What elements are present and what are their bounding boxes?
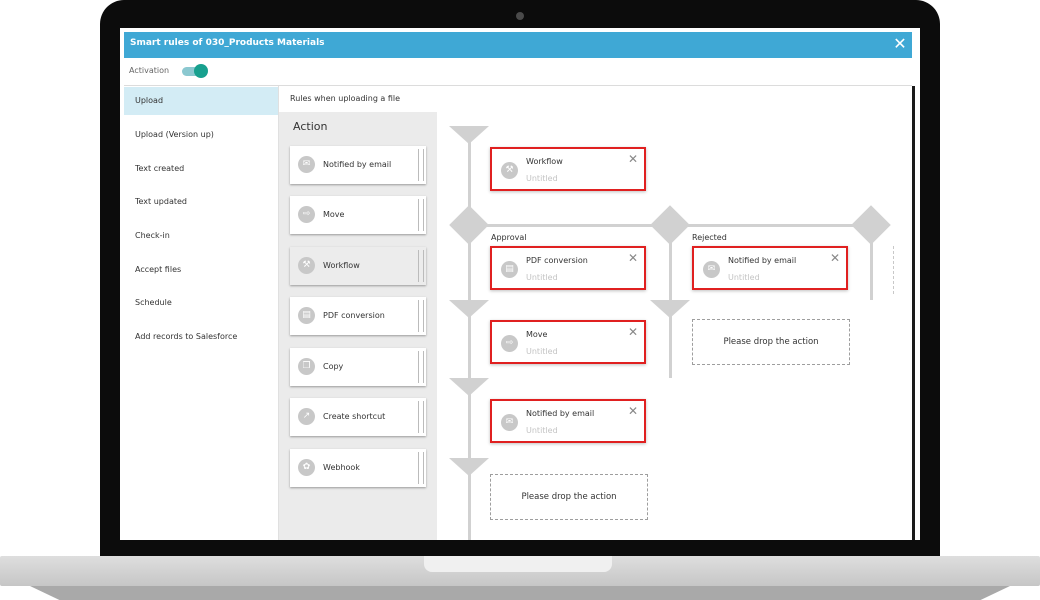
remove-node-icon[interactable]: ✕ bbox=[628, 152, 638, 166]
branch-label-approval: Approval bbox=[491, 233, 527, 242]
scrollbar[interactable] bbox=[912, 86, 915, 540]
remove-node-icon[interactable]: ✕ bbox=[628, 325, 638, 339]
node-title: Move bbox=[526, 330, 548, 339]
branch-label-rejected: Rejected bbox=[692, 233, 727, 242]
action-label: Create shortcut bbox=[323, 412, 386, 421]
flow-arrow-icon bbox=[449, 378, 489, 396]
nav-item-text-updated[interactable]: Text updated bbox=[124, 188, 278, 216]
gavel-icon: ⚒ bbox=[501, 162, 518, 179]
webhook-icon: ✿ bbox=[298, 459, 315, 476]
node-subtitle: Untitled bbox=[526, 426, 558, 435]
nav-item-add-records-salesforce[interactable]: Add records to Salesforce bbox=[124, 323, 278, 351]
node-title: PDF conversion bbox=[526, 256, 588, 265]
flow-node-move[interactable]: ⇨ Move Untitled ✕ bbox=[490, 320, 646, 364]
drag-handle-icon[interactable] bbox=[418, 452, 424, 484]
activation-label: Activation bbox=[129, 66, 170, 75]
envelope-icon: ✉ bbox=[298, 156, 315, 173]
flow-node-pdf-conversion[interactable]: ▤ PDF conversion Untitled ✕ bbox=[490, 246, 646, 290]
pdf-icon: ▤ bbox=[501, 261, 518, 278]
pdf-icon: ▤ bbox=[298, 307, 315, 324]
flow-arrow-icon bbox=[650, 300, 690, 318]
move-icon: ⇨ bbox=[501, 335, 518, 352]
node-title: Notified by email bbox=[526, 409, 595, 418]
shortcut-icon: ↗ bbox=[298, 408, 315, 425]
drag-handle-icon[interactable] bbox=[418, 351, 424, 383]
palette-action-workflow[interactable]: ⚒ Workflow bbox=[290, 247, 426, 285]
remove-node-icon[interactable]: ✕ bbox=[628, 404, 638, 418]
flow-arrow-icon bbox=[449, 458, 489, 476]
rules-title: Rules when uploading a file bbox=[290, 94, 401, 103]
drag-handle-icon[interactable] bbox=[418, 300, 424, 332]
nav-item-check-in[interactable]: Check-in bbox=[124, 222, 278, 250]
palette-action-webhook[interactable]: ✿ Webhook bbox=[290, 449, 426, 487]
extra-flow-line bbox=[870, 238, 873, 300]
palette-action-create-shortcut[interactable]: ↗ Create shortcut bbox=[290, 398, 426, 436]
gavel-icon: ⚒ bbox=[298, 257, 315, 274]
envelope-icon: ✉ bbox=[501, 414, 518, 431]
drag-handle-icon[interactable] bbox=[418, 199, 424, 231]
laptop-foot bbox=[30, 586, 1010, 600]
node-subtitle: Untitled bbox=[526, 347, 558, 356]
action-label: Webhook bbox=[323, 463, 360, 472]
drop-zone-main[interactable]: Please drop the action bbox=[490, 474, 648, 520]
palette-action-notified-by-email[interactable]: ✉ Notified by email bbox=[290, 146, 426, 184]
close-icon[interactable]: ✕ bbox=[890, 34, 910, 54]
flow-node-workflow[interactable]: ⚒ Workflow Untitled ✕ bbox=[490, 147, 646, 191]
extra-branch-dash bbox=[893, 246, 894, 294]
main-flow-line bbox=[468, 138, 471, 540]
node-subtitle: Untitled bbox=[526, 273, 558, 282]
action-label: Copy bbox=[323, 362, 344, 371]
action-label: Notified by email bbox=[323, 160, 392, 169]
remove-node-icon[interactable]: ✕ bbox=[830, 251, 840, 265]
nav-item-accept-files[interactable]: Accept files bbox=[124, 256, 278, 284]
nav-item-upload[interactable]: Upload bbox=[124, 87, 278, 115]
action-label: Move bbox=[323, 210, 345, 219]
action-label: Workflow bbox=[323, 261, 360, 270]
drag-handle-icon[interactable] bbox=[418, 250, 424, 282]
palette-action-pdf-conversion[interactable]: ▤ PDF conversion bbox=[290, 297, 426, 335]
trigger-nav: Upload Upload (Version up) Text created … bbox=[124, 86, 279, 540]
palette-heading: Action bbox=[293, 120, 328, 133]
toggle-knob[interactable] bbox=[194, 64, 208, 78]
nav-item-upload-version-up[interactable]: Upload (Version up) bbox=[124, 121, 278, 149]
envelope-icon: ✉ bbox=[703, 261, 720, 278]
flow-arrow-icon bbox=[449, 126, 489, 144]
app-window: Smart rules of 030_Products Materials ✕ … bbox=[120, 28, 920, 540]
title-bar: Smart rules of 030_Products Materials ✕ bbox=[124, 32, 912, 58]
node-subtitle: Untitled bbox=[728, 273, 760, 282]
node-title: Workflow bbox=[526, 157, 563, 166]
palette-action-copy[interactable]: ❐ Copy bbox=[290, 348, 426, 386]
nav-item-schedule[interactable]: Schedule bbox=[124, 289, 278, 317]
action-label: PDF conversion bbox=[323, 311, 385, 320]
flow-node-notified-by-email-rejected[interactable]: ✉ Notified by email Untitled ✕ bbox=[692, 246, 848, 290]
node-subtitle: Untitled bbox=[526, 174, 558, 183]
drag-handle-icon[interactable] bbox=[418, 401, 424, 433]
drag-handle-icon[interactable] bbox=[418, 149, 424, 181]
flow-arrow-icon bbox=[449, 300, 489, 318]
laptop-notch bbox=[424, 556, 612, 572]
palette-action-move[interactable]: ⇨ Move bbox=[290, 196, 426, 234]
copy-icon: ❐ bbox=[298, 358, 315, 375]
remove-node-icon[interactable]: ✕ bbox=[628, 251, 638, 265]
flow-node-notified-by-email[interactable]: ✉ Notified by email Untitled ✕ bbox=[490, 399, 646, 443]
window-title: Smart rules of 030_Products Materials bbox=[130, 38, 325, 48]
camera-icon bbox=[516, 12, 524, 20]
nav-item-text-created[interactable]: Text created bbox=[124, 155, 278, 183]
move-icon: ⇨ bbox=[298, 206, 315, 223]
node-title: Notified by email bbox=[728, 256, 797, 265]
drop-zone-rejected[interactable]: Please drop the action bbox=[692, 319, 850, 365]
